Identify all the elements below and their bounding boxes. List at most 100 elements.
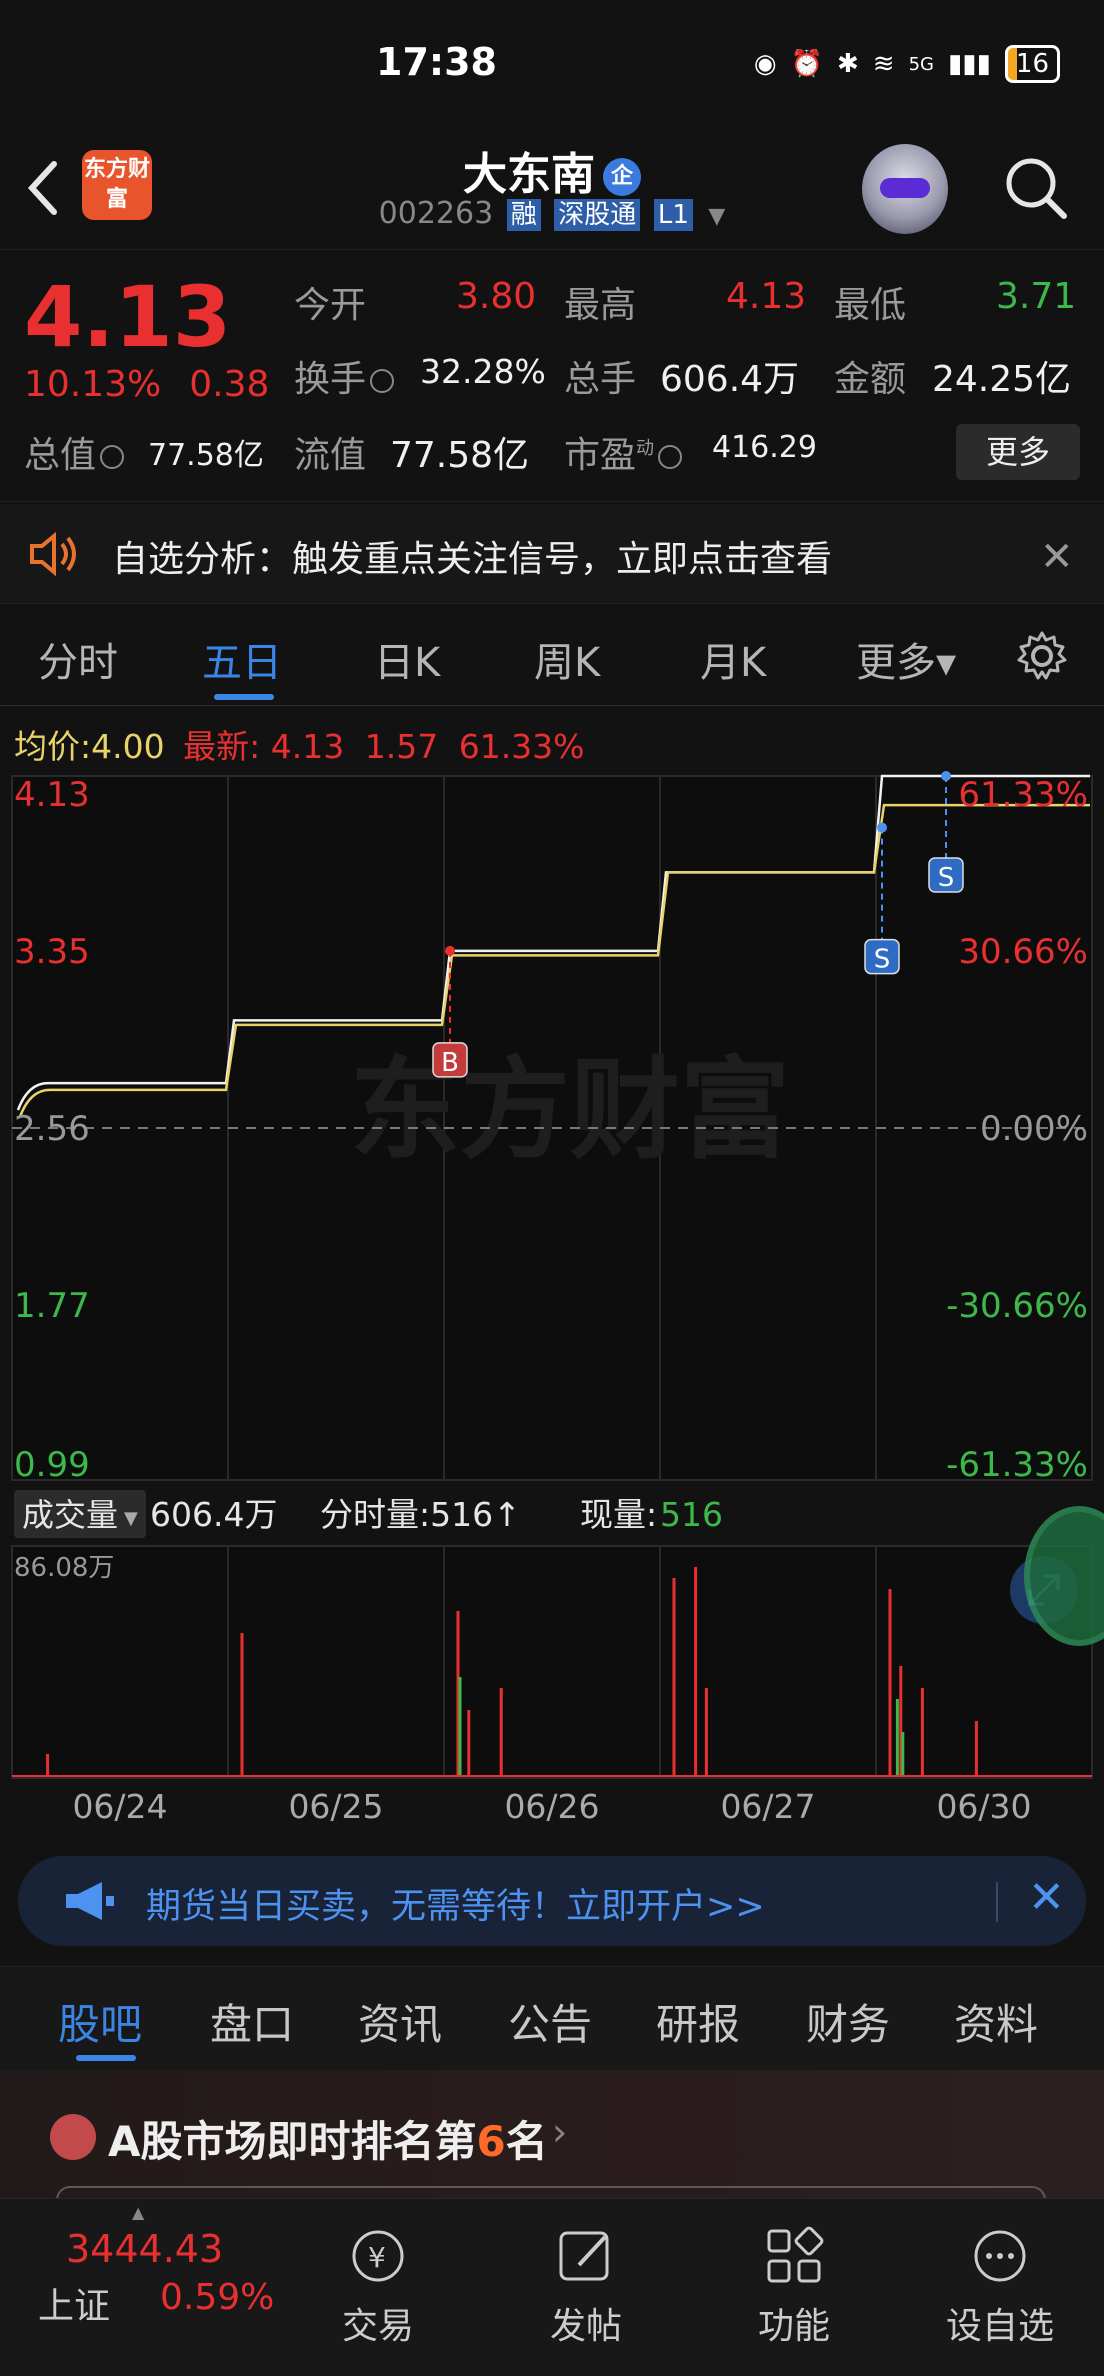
trade-marker-label: B <box>441 1048 459 1078</box>
latest-pct: 61.33% <box>458 727 585 766</box>
pct-axis-label: 61.33% <box>958 775 1088 815</box>
watermark: 东方财富 <box>350 1046 790 1174</box>
status-icons: ◉ ⏰ ✱ ≋ 5G ▮▮▮ 16 <box>754 44 1060 84</box>
stock-code: 002263 <box>378 196 494 231</box>
signal-icon: ▮▮▮ <box>947 49 991 79</box>
pct-axis-label: -61.33% <box>946 1445 1088 1485</box>
current-volume-value: 516 <box>660 1495 723 1534</box>
quote-panel: 4.13 10.13% 0.38 今开 3.80 最高 4.13 最低 3.71 … <box>0 252 1104 502</box>
tab-news[interactable]: 资讯 <box>358 1991 442 2052</box>
signal-notice[interactable]: 自选分析：触发重点关注信号，立即点击查看 ✕ <box>0 504 1104 604</box>
post-button[interactable]: 发帖 <box>516 2225 656 2349</box>
trade-marker-dot <box>877 822 887 833</box>
tab-intraday[interactable]: 分时 <box>38 630 118 688</box>
price-axis-label: 1.77 <box>14 1286 90 1326</box>
price-change: 10.13% 0.38 <box>24 364 270 405</box>
high-label: 最高 <box>564 285 637 326</box>
tab-guba[interactable]: 股吧 <box>58 1991 142 2052</box>
latest-label: 最新: <box>183 727 261 766</box>
high-value: 4.13 <box>726 276 807 317</box>
tab-order-book[interactable]: 盘口 <box>210 1991 294 2052</box>
date-label: 06/27 <box>720 1787 815 1826</box>
tag-connect: 深股通 <box>554 199 641 231</box>
trade-marker-label: S <box>874 945 891 975</box>
grid-icon <box>767 2226 824 2283</box>
chart-header: 均价:4.00 最新: 4.13 1.57 61.33% <box>14 720 585 768</box>
rank-text: A股市场即时排名第6名 <box>108 2117 548 2166</box>
price-axis-label: 4.13 <box>14 775 90 815</box>
tab-more[interactable]: 更多▾ <box>856 630 956 688</box>
alarm-icon: ⏰ <box>790 49 823 79</box>
status-bar: 17:38 ◉ ⏰ ✱ ≋ 5G ▮▮▮ 16 <box>0 0 1104 130</box>
yen-exchange-icon: ¥ <box>352 2230 404 2282</box>
stock-header: 东方财富 大东南企 002263 融 深股通 L1 ▼ <box>0 130 1104 250</box>
open-value: 3.80 <box>456 276 537 317</box>
network-label: 5G <box>908 53 934 75</box>
date-label: 06/24 <box>72 1787 167 1826</box>
close-icon[interactable]: ✕ <box>1028 1872 1065 1923</box>
edit-icon <box>559 2231 609 2281</box>
wifi-icon: ≋ <box>872 49 895 79</box>
market-cap-label[interactable]: 总值 <box>24 426 128 478</box>
tag-margin: 融 <box>506 199 541 231</box>
tab-announcements[interactable]: 公告 <box>508 1991 592 2052</box>
tab-monthly-k[interactable]: 月K <box>700 630 766 688</box>
price-axis-label: 3.35 <box>14 932 90 972</box>
tab-weekly-k[interactable]: 周K <box>534 630 600 688</box>
pe-value: 416.29 <box>712 430 817 465</box>
index-change: 0.59% <box>160 2277 275 2318</box>
float-cap-value: 77.58亿 <box>390 435 530 476</box>
float-cap-label: 流值 <box>294 435 367 476</box>
tab-research[interactable]: 研报 <box>656 1991 740 2052</box>
trade-marker-label: S <box>938 863 955 893</box>
tick-volume: 分时量:516↑ <box>320 1495 521 1534</box>
tab-finance[interactable]: 财务 <box>806 1991 890 2052</box>
add-watchlist-button[interactable]: 设自选 <box>930 2225 1070 2349</box>
assistant-robot-icon[interactable] <box>862 144 948 234</box>
avg-value: 4.00 <box>91 727 165 766</box>
gear-icon[interactable] <box>1016 630 1068 682</box>
pct-axis-label: 0.00% <box>980 1109 1088 1149</box>
content-tabs: 股吧 盘口 资讯 公告 研报 财务 资料 <box>0 1966 1104 2070</box>
info-icon[interactable] <box>370 369 395 393</box>
functions-button[interactable]: 功能 <box>724 2225 864 2349</box>
search-icon[interactable] <box>1000 152 1070 222</box>
avg-label: 均价: <box>14 727 92 766</box>
pe-dynamic-mark: 动 <box>636 438 655 459</box>
volume-value: 606.4万 <box>660 359 800 400</box>
ad-separator <box>996 1882 998 1922</box>
pe-label[interactable]: 市盈动 <box>564 426 686 478</box>
info-icon[interactable] <box>100 445 125 469</box>
eye-icon: ◉ <box>753 49 777 79</box>
trade-marker-dot <box>941 771 951 781</box>
close-icon[interactable]: ✕ <box>1040 534 1074 580</box>
tab-five-day[interactable]: 五日 <box>202 630 282 688</box>
market-rank-banner[interactable]: A股市场即时排名第6名 › <box>0 2070 1104 2200</box>
tab-underline <box>214 694 274 700</box>
pct-axis-label: -30.66% <box>946 1286 1088 1326</box>
tab-daily-k[interactable]: 日K <box>374 630 440 688</box>
amount-label: 金额 <box>834 359 907 400</box>
latest-value: 4.13 <box>270 727 345 766</box>
battery-icon: 16 <box>1004 45 1060 83</box>
sub-tab-underline <box>76 2055 136 2061</box>
current-volume-label: 现量: <box>580 1495 657 1534</box>
chart-tabs: 分时 五日 日K 周K 月K 更多▾ <box>0 606 1104 706</box>
trade-button[interactable]: ¥ 交易 <box>308 2225 448 2349</box>
enterprise-badge: 企 <box>603 158 641 196</box>
five-day-chart[interactable]: 东方财富 4.13 61.33% 3.35 30.66% 2.56 0.00% 1.77 -3… <box>0 768 1104 1838</box>
trade-marker-dot <box>445 945 455 956</box>
speaker-icon <box>30 532 76 576</box>
low-label: 最低 <box>834 285 907 326</box>
more-button[interactable]: 更多 <box>956 424 1080 480</box>
chevron-up-icon: ▲ <box>132 2203 145 2222</box>
tab-profile[interactable]: 资料 <box>954 1991 1038 2052</box>
rank-icon <box>50 2114 96 2160</box>
dropdown-icon[interactable]: ▼ <box>708 204 725 229</box>
dropdown-icon: ▼ <box>124 1508 138 1529</box>
turnover-label[interactable]: 换手 <box>294 350 398 402</box>
volume-label: 总手 <box>564 359 637 400</box>
info-icon[interactable] <box>658 445 683 469</box>
futures-ad-banner[interactable]: 期货当日买卖，无需等待！立即开户>> ✕ <box>18 1856 1086 1946</box>
date-label: 06/30 <box>936 1787 1031 1826</box>
